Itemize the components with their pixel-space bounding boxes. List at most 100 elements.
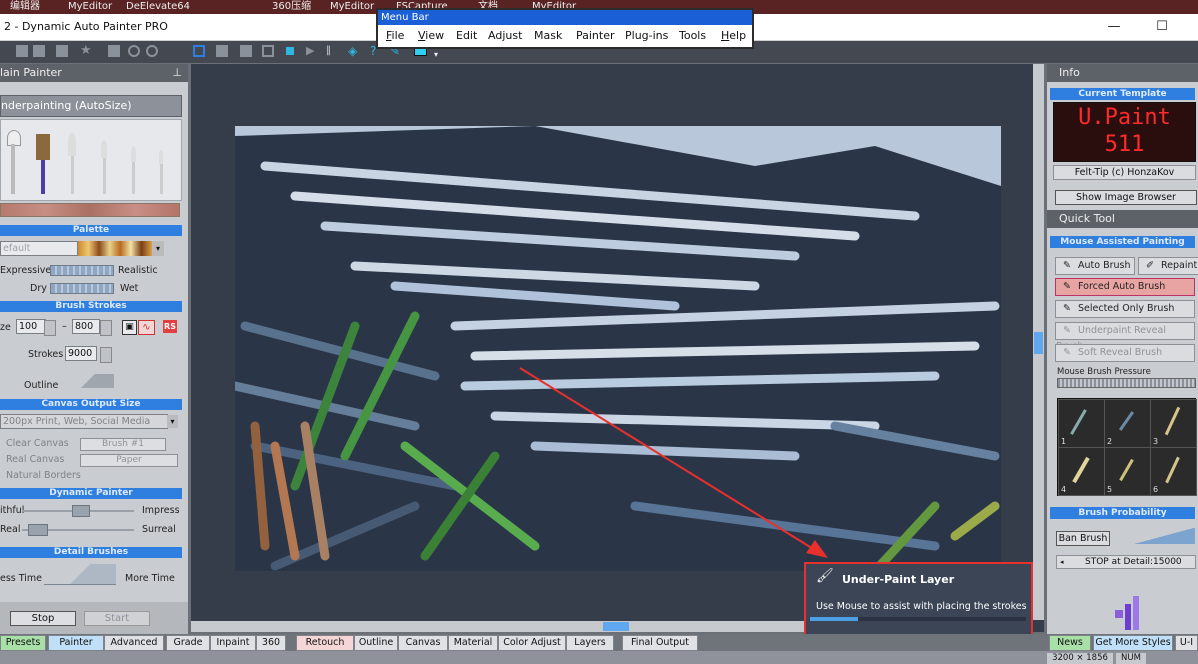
expressive-realistic-slider[interactable] — [50, 265, 114, 276]
brush-color-strip[interactable] — [0, 203, 180, 217]
auto-brush-button[interactable]: ✎ Auto Brush — [1055, 257, 1135, 275]
tab-final-output[interactable]: Final Output — [622, 635, 698, 651]
selected-only-brush-button[interactable]: ✎ Selected Only Brush — [1055, 300, 1195, 318]
slider-thumb[interactable] — [72, 505, 90, 517]
brush-slot[interactable]: 3 — [1150, 399, 1197, 448]
size-max-spinner[interactable] — [100, 320, 112, 336]
outline-slider[interactable] — [62, 374, 114, 388]
wave-icon[interactable]: ∿ — [138, 320, 155, 335]
menu-mask[interactable]: Mask — [534, 29, 562, 42]
ui-tab[interactable]: U-I — [1175, 635, 1198, 651]
brush-button[interactable]: Brush #1 — [80, 438, 166, 451]
camera-icon[interactable] — [108, 45, 120, 57]
horizontal-scrollbar-thumb[interactable] — [603, 622, 629, 631]
taskbar-item[interactable]: 360压缩 — [272, 0, 311, 13]
size-max-field[interactable]: 800 — [72, 319, 100, 334]
detail-brushes-slider[interactable] — [44, 564, 116, 585]
tab-outline[interactable]: Outline — [354, 635, 398, 651]
zoom-out-icon[interactable] — [146, 45, 158, 57]
taskbar-item[interactable]: MyEditor — [330, 0, 374, 13]
tab-retouch[interactable]: Retouch — [296, 635, 354, 651]
open-icon[interactable] — [16, 45, 28, 57]
soft-reveal-brush-button[interactable]: ✎ Soft Reveal Brush — [1055, 344, 1195, 362]
brush-slot[interactable]: 1 — [1058, 399, 1105, 448]
menu-plug-ins[interactable]: Plug-ins — [625, 29, 668, 42]
ban-brush-button[interactable]: Ban Brush — [1056, 531, 1110, 546]
tab-advanced[interactable]: Advanced — [104, 635, 164, 651]
maximize-button[interactable]: ☐ — [1148, 18, 1176, 36]
play-icon[interactable]: ▶ — [306, 45, 318, 57]
copy-icon[interactable] — [56, 45, 68, 57]
strokes-field[interactable]: 9000 — [65, 346, 97, 361]
tab-material[interactable]: Material — [448, 635, 498, 651]
stop-at-detail-left-arrow[interactable]: ◂ — [1060, 556, 1064, 568]
strokes-spinner[interactable] — [100, 347, 112, 363]
forced-auto-brush-button[interactable]: ✎ Forced Auto Brush — [1055, 278, 1195, 296]
clear-canvas-checkbox[interactable]: Clear Canvas — [6, 438, 69, 449]
grid-icon[interactable] — [216, 45, 228, 57]
news-tab[interactable]: News — [1049, 635, 1091, 651]
paper-button[interactable]: Paper — [80, 454, 178, 467]
tab-inpaint[interactable]: Inpaint — [210, 635, 256, 651]
save-icon[interactable] — [33, 45, 45, 57]
brush-slot[interactable]: 6 — [1150, 447, 1197, 496]
taskbar-item[interactable]: MyEditor — [68, 0, 112, 13]
tab-grade[interactable]: Grade — [166, 635, 210, 651]
vertical-scrollbar[interactable] — [1033, 64, 1044, 620]
repaint-button[interactable]: ✐ Repaint — [1138, 257, 1198, 275]
get-more-styles-tab[interactable]: Get More Styles — [1093, 635, 1173, 651]
tab-360[interactable]: 360 — [256, 635, 286, 651]
minimize-button[interactable]: — — [1100, 18, 1128, 36]
fit-icon[interactable] — [193, 45, 205, 57]
tab-color-adjust[interactable]: Color Adjust — [498, 635, 566, 651]
menu-help[interactable]: Help — [721, 29, 746, 42]
pin-icon[interactable]: ⊥ — [172, 64, 182, 82]
tab-painter[interactable]: Painter — [48, 635, 104, 651]
layers-icon[interactable]: ◈ — [348, 45, 360, 57]
brush-slot[interactable]: 5 — [1104, 447, 1151, 496]
palette-select[interactable]: efault — [0, 241, 78, 256]
brush-preview[interactable] — [0, 119, 182, 201]
mouse-brush-pressure-slider[interactable] — [1057, 378, 1196, 388]
menu-file[interactable]: File — [386, 29, 404, 42]
tab-layers[interactable]: Layers — [566, 635, 614, 651]
taskbar-item[interactable]: 编辑器 — [10, 0, 40, 13]
brush-probability-slider[interactable] — [1119, 528, 1195, 544]
zoom-in-icon[interactable] — [128, 45, 140, 57]
stop-button[interactable]: Stop — [10, 611, 76, 626]
stop-square-icon[interactable] — [286, 47, 294, 55]
canvas-size-select[interactable]: 200px Print, Web, Social Media — [0, 414, 168, 429]
palette-swatches[interactable] — [78, 241, 152, 256]
underpaint-reveal-brush-button[interactable]: ✎Underpaint Reveal Brush — [1055, 322, 1195, 352]
palette-dropdown-icon[interactable]: ▾ — [152, 241, 164, 256]
pause-icon[interactable]: ‖ — [326, 45, 338, 57]
stop-at-detail-control[interactable]: ◂ STOP at Detail:15000 — [1056, 555, 1196, 569]
slider-thumb[interactable] — [28, 524, 48, 536]
tab-presets[interactable]: Presets — [0, 635, 46, 651]
size-min-spinner[interactable] — [44, 320, 56, 336]
start-button[interactable]: Start — [84, 611, 150, 626]
painting-canvas[interactable] — [235, 126, 1001, 571]
preset-selector[interactable]: nderpainting (AutoSize) — [0, 95, 182, 117]
crop-icon[interactable] — [262, 45, 274, 57]
show-image-browser-button[interactable]: Show Image Browser — [1055, 190, 1197, 205]
tab-canvas[interactable]: Canvas — [398, 635, 448, 651]
star-icon[interactable]: ★ — [80, 44, 92, 57]
vertical-scrollbar-thumb[interactable] — [1034, 332, 1043, 354]
canvas-size-dropdown-icon[interactable]: ▾ — [167, 415, 178, 428]
lock-icon[interactable]: ▣ — [122, 320, 137, 335]
frame-icon[interactable] — [240, 45, 252, 57]
size-min-field[interactable]: 100 — [16, 319, 46, 334]
toolbar-overflow-icon[interactable]: ▾ — [434, 51, 446, 63]
dry-wet-slider[interactable] — [50, 283, 114, 294]
rs-button[interactable]: RS — [163, 320, 177, 333]
menu-painter[interactable]: Painter — [576, 29, 615, 42]
natural-borders-checkbox[interactable]: Natural Borders — [6, 470, 81, 481]
menu-edit[interactable]: Edit — [456, 29, 477, 42]
menu-adjust[interactable]: Adjust — [488, 29, 522, 42]
taskbar-item[interactable]: DeElevate64 — [126, 0, 190, 13]
brush-slot[interactable]: 4 — [1058, 447, 1105, 496]
real-canvas-checkbox[interactable]: Real Canvas — [6, 454, 64, 465]
menu-tools[interactable]: Tools — [679, 29, 706, 42]
brush-slot[interactable]: 2 — [1104, 399, 1151, 448]
